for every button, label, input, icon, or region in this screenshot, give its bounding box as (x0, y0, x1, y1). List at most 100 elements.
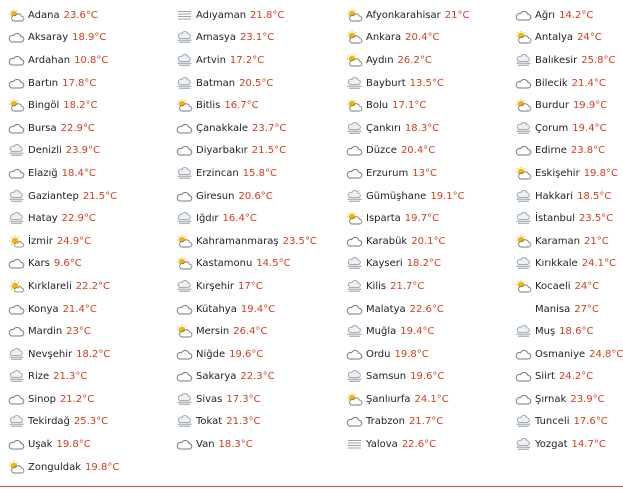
weather-item[interactable]: Bartın 17.8°C (8, 77, 176, 90)
city-name[interactable]: Afyonkarahisar (366, 10, 441, 21)
city-name[interactable]: Nevşehir (28, 349, 72, 360)
weather-item[interactable]: Adana 23.6°C (8, 8, 176, 22)
city-name[interactable]: Kahramanmaraş (196, 236, 279, 247)
weather-item[interactable]: Muş 18.6°C (515, 325, 623, 338)
weather-item[interactable]: Muğla 19.4°C (346, 325, 515, 338)
city-name[interactable]: Ordu (366, 349, 391, 360)
city-name[interactable]: Kilis (366, 281, 386, 292)
city-name[interactable]: Uşak (28, 439, 52, 450)
weather-item[interactable]: Mersin 26.4°C (176, 325, 346, 338)
weather-item[interactable]: Aksaray 18.9°C (8, 31, 176, 44)
weather-item[interactable]: Konya 21.4°C (8, 303, 176, 316)
weather-item[interactable]: Karabük 20.1°C (346, 235, 515, 248)
weather-item[interactable]: Kütahya 19.4°C (176, 303, 346, 316)
city-name[interactable]: Batman (196, 78, 235, 89)
weather-item[interactable]: Kırşehir 17°C (176, 280, 346, 293)
weather-item[interactable]: Çorum 19.4°C (515, 121, 623, 135)
weather-item[interactable]: Kastamonu 14.5°C (176, 257, 346, 270)
city-name[interactable]: Bingöl (28, 100, 59, 111)
weather-item[interactable]: Afyonkarahisar 21°C (346, 8, 515, 22)
weather-item[interactable]: Burdur 19.9°C (515, 99, 623, 112)
city-name[interactable]: Trabzon (366, 416, 405, 427)
city-name[interactable]: İzmir (28, 236, 53, 247)
weather-item[interactable]: Uşak 19.8°C (8, 438, 176, 451)
city-name[interactable]: Giresun (196, 191, 234, 202)
city-name[interactable]: Kastamonu (196, 258, 252, 269)
city-name[interactable]: Bartın (28, 78, 58, 89)
city-name[interactable]: Aydın (366, 55, 394, 66)
city-name[interactable]: Samsun (366, 371, 406, 382)
city-name[interactable]: Mersin (196, 326, 229, 337)
weather-item[interactable]: Van 18.3°C (176, 438, 346, 451)
weather-item[interactable]: Bitlis 16.7°C (176, 99, 346, 112)
city-name[interactable]: Sakarya (196, 371, 236, 382)
city-name[interactable]: Kütahya (196, 304, 237, 315)
weather-item[interactable]: Kırıkkale 24.1°C (515, 257, 623, 270)
city-name[interactable]: Tokat (196, 416, 222, 427)
city-name[interactable]: Kocaeli (535, 281, 571, 292)
weather-item[interactable]: Nevşehir 18.2°C (8, 347, 176, 361)
city-name[interactable]: Edirne (535, 145, 567, 156)
city-name[interactable]: Şırnak (535, 394, 566, 405)
city-name[interactable]: Muğla (366, 326, 396, 337)
weather-item[interactable]: Tekirdağ 25.3°C (8, 415, 176, 428)
weather-item[interactable]: Siirt 24.2°C (515, 370, 623, 383)
weather-item[interactable]: Edirne 23.8°C (515, 144, 623, 157)
weather-item[interactable]: Batman 20.5°C (176, 76, 346, 90)
city-name[interactable]: Erzincan (196, 168, 239, 179)
weather-item[interactable]: Elazığ 18.4°C (8, 167, 176, 180)
city-name[interactable]: Kırşehir (196, 281, 234, 292)
city-name[interactable]: Sinop (28, 394, 56, 405)
city-name[interactable]: Artvin (196, 55, 226, 66)
city-name[interactable]: Bolu (366, 100, 388, 111)
weather-item[interactable]: Ordu 19.8°C (346, 348, 515, 361)
weather-item[interactable]: Adıyaman 21.8°C (176, 9, 346, 22)
weather-item[interactable]: Bingöl 18.2°C (8, 99, 176, 112)
city-name[interactable]: Muş (535, 326, 555, 337)
weather-item[interactable]: Samsun 19.6°C (346, 370, 515, 383)
city-name[interactable]: Erzurum (366, 168, 408, 179)
weather-item[interactable]: Balıkesir 25.8°C (515, 54, 623, 67)
city-name[interactable]: Kırıkkale (535, 258, 578, 269)
weather-item[interactable]: Kahramanmaraş 23.5°C (176, 234, 346, 248)
weather-item[interactable]: Ankara 20.4°C (346, 31, 515, 44)
city-name[interactable]: Eskişehir (535, 168, 580, 179)
weather-item[interactable]: Iğdır 16.4°C (176, 212, 346, 225)
city-name[interactable]: Diyarbakır (196, 145, 248, 156)
city-name[interactable]: Gümüşhane (366, 191, 426, 202)
city-name[interactable]: Ankara (366, 32, 401, 43)
city-name[interactable]: Adıyaman (196, 10, 246, 21)
city-name[interactable]: Şanlıurfa (366, 394, 410, 405)
weather-item[interactable]: Erzincan 15.8°C (176, 167, 346, 180)
weather-item[interactable]: Niğde 19.6°C (176, 348, 346, 361)
weather-item[interactable]: Yozgat 14.7°C (515, 438, 623, 451)
weather-item[interactable]: Yalova 22.6°C (346, 438, 515, 451)
weather-item[interactable]: Kars 9.6°C (8, 257, 176, 270)
city-name[interactable]: Osmaniye (535, 349, 585, 360)
weather-item[interactable]: İstanbul 23.5°C (515, 212, 623, 225)
city-name[interactable]: Amasya (196, 32, 236, 43)
weather-item[interactable]: Bolu 17.1°C (346, 99, 515, 112)
city-name[interactable]: Bitlis (196, 100, 220, 111)
weather-item[interactable]: Şırnak 23.9°C (515, 393, 623, 406)
weather-item[interactable]: Aydın 26.2°C (346, 53, 515, 67)
city-name[interactable]: Manisa (535, 304, 570, 315)
city-name[interactable]: Kırklareli (28, 281, 72, 292)
city-name[interactable]: Malatya (366, 304, 406, 315)
city-name[interactable]: Tunceli (535, 416, 569, 427)
city-name[interactable]: Çanakkale (196, 123, 248, 134)
weather-item[interactable]: Zonguldak 19.8°C (8, 460, 176, 474)
weather-item[interactable]: Bilecik 21.4°C (515, 77, 623, 90)
weather-item[interactable]: Sinop 21.2°C (8, 393, 176, 406)
weather-item[interactable]: Hatay 22.9°C (8, 212, 176, 225)
city-name[interactable]: Sivas (196, 394, 222, 405)
weather-item[interactable]: Kayseri 18.2°C (346, 257, 515, 270)
city-name[interactable]: Hakkari (535, 191, 573, 202)
weather-item[interactable]: Kırklareli 22.2°C (8, 280, 176, 293)
weather-item[interactable]: Tunceli 17.6°C (515, 415, 623, 428)
city-name[interactable]: Adana (28, 10, 60, 21)
weather-item[interactable]: Denizli 23.9°C (8, 144, 176, 157)
city-name[interactable]: Van (196, 439, 215, 450)
weather-item[interactable]: Tokat 21.3°C (176, 415, 346, 428)
city-name[interactable]: Düzce (366, 145, 397, 156)
